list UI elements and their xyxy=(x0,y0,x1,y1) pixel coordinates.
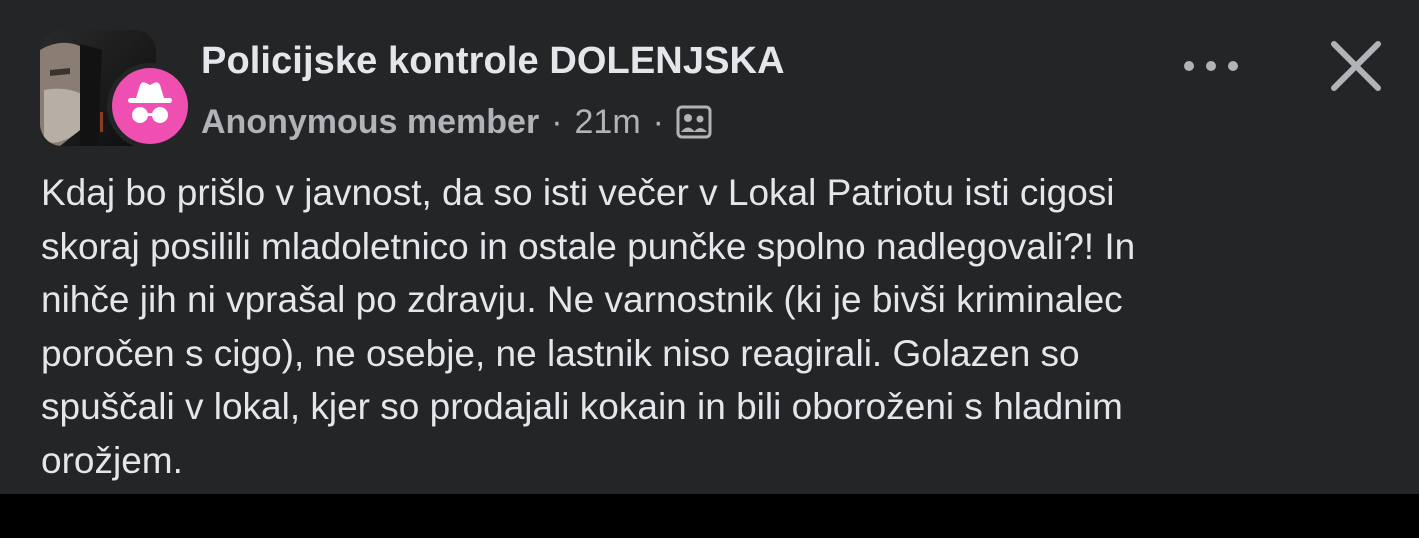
post-timestamp[interactable]: 21m xyxy=(575,103,641,142)
anonymous-avatar xyxy=(107,63,193,149)
meta-separator: · xyxy=(652,102,664,141)
post-card: Policijske kontrole DOLENJSKA Anonymous … xyxy=(0,0,1419,494)
close-button[interactable] xyxy=(1326,36,1386,96)
more-options-button[interactable] xyxy=(1178,48,1244,84)
author-name[interactable]: Anonymous member xyxy=(201,103,539,142)
group-name-link[interactable]: Policijske kontrole DOLENJSKA xyxy=(201,40,785,83)
post-meta: Anonymous member · 21m · xyxy=(201,100,712,144)
meta-separator: · xyxy=(551,102,563,141)
incognito-icon xyxy=(128,82,172,123)
more-options-icon xyxy=(1184,61,1238,71)
post-avatar[interactable] xyxy=(40,30,193,150)
close-icon xyxy=(1331,41,1381,91)
group-members-icon[interactable] xyxy=(676,104,712,140)
post-body-text: Kdaj bo prišlo v javnost, da so isti več… xyxy=(41,172,1136,481)
